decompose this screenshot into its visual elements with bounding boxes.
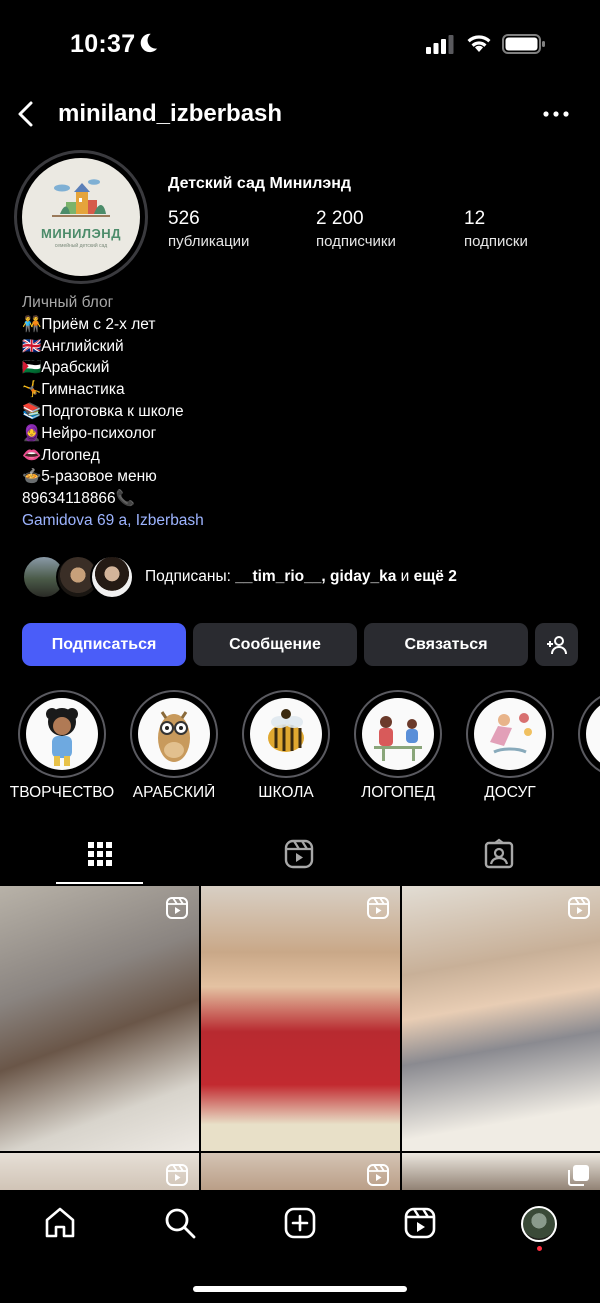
signal-icon [426,35,454,54]
highlight-cover [586,698,600,770]
follower-avatar [90,555,134,599]
suggest-users-button[interactable] [535,623,578,666]
post-thumbnail[interactable] [402,1153,600,1190]
battery-icon [502,34,545,54]
grid-icon[interactable] [84,838,116,870]
tagged-icon[interactable] [483,838,515,870]
stat-following[interactable]: 12 подписки [464,208,528,250]
highlight-cover [250,698,322,770]
bio-line: 🤸Гимнастика [22,381,125,399]
profile-tabs [0,830,600,886]
stat-posts-label: публикации [168,233,250,250]
highlight-cover [26,698,98,770]
followed-by-names: __tim_rio__, giday_ka [235,568,397,585]
post-thumbnail[interactable] [402,886,600,1151]
bio-category: Личный блог [22,294,114,311]
story-highlights: ТВОРЧЕСТВО АРАБСКИЙ ШКОЛА ЛОГОПЕД ДОСУГ [0,690,600,810]
post-thumbnail[interactable] [0,1153,199,1190]
followed-by-more: ещё 2 [413,568,457,585]
status-bar: 10:37 [0,0,600,90]
speech-therapist-illustration [374,716,422,761]
bio-line: 🍲5-разовое меню [22,468,157,486]
profile-display-name: Детский сад Минилэнд [168,175,352,192]
post-thumbnail[interactable] [201,886,400,1151]
wifi-icon [467,35,491,52]
search-icon[interactable] [163,1206,197,1240]
bio-line: 🇵🇸Арабский [22,359,110,377]
moon-icon [140,33,158,53]
followed-by-prefix: Подписаны: [145,568,236,585]
girl-illustration [46,708,78,766]
follow-button[interactable]: Подписаться [22,623,186,666]
stat-following-value: 12 [464,208,486,229]
highlight-cover [362,698,434,770]
notification-dot [537,1246,542,1251]
logo-wordmark: МИНИЛЭНД [41,226,121,241]
bio-line: 🧕Нейро-психолог [22,424,157,442]
highlight-item[interactable]: ШКОЛА [242,690,330,801]
reels-icon[interactable] [283,838,315,870]
profile-avatar[interactable] [521,1206,557,1242]
highlight-label: НАШЕ [556,784,600,802]
message-button[interactable]: Сообщение [193,623,357,666]
stat-following-label: подписки [464,233,528,250]
contact-button[interactable]: Связаться [364,623,528,666]
followed-by-and: и [396,568,414,585]
post-thumbnail[interactable] [201,1153,400,1190]
home-icon[interactable] [43,1206,77,1240]
stat-followers[interactable]: 2 200 подписчики [316,208,396,250]
highlight-item[interactable]: ЛОГОПЕД [354,690,442,801]
profile-header: miniland_izberbash [0,90,600,140]
home-indicator [193,1286,407,1292]
highlight-ring [354,690,442,778]
logo-tagline: семейный детский сад [54,243,108,249]
stat-followers-label: подписчики [316,233,396,250]
bio-line: 📚Подготовка к школе [22,402,184,420]
reels-badge-icon [166,897,188,919]
bio-address-link[interactable]: Gamidova 69 a, Izberbash [22,510,204,532]
create-icon[interactable] [283,1206,317,1240]
more-options-icon[interactable] [540,102,572,126]
posts-grid [0,886,600,1190]
bio-line: 🧑‍🤝‍🧑Приём с 2-х лет [22,315,156,333]
reels-badge-icon [367,897,389,919]
highlight-item[interactable]: ТВОРЧЕСТВО [10,690,114,801]
highlight-cover [138,698,210,770]
leisure-illustration [490,713,532,754]
stat-followers-value: 2 200 [316,208,364,229]
profile-avatar[interactable]: МИНИЛЭНД семейный детский сад [22,158,140,276]
add-person-icon [546,635,567,654]
highlight-item[interactable]: НАШЕ [578,690,600,801]
status-time: 10:37 [70,30,136,58]
highlight-ring [578,690,600,778]
bio-line: 🇬🇧Английский [22,337,124,355]
followed-by-row[interactable]: Подписаны: __tim_rio__, giday_ka и ещё 2 [22,555,582,601]
highlight-cover [474,698,546,770]
highlight-item[interactable]: АРАБСКИЙ [130,690,218,801]
back-arrow-icon[interactable] [14,100,40,128]
reels-badge-icon [367,1164,389,1186]
stat-posts-value: 526 [168,208,200,229]
camel-illustration [158,711,190,762]
highlight-ring [466,690,554,778]
highlight-ring [18,690,106,778]
highlight-item[interactable]: ДОСУГ [466,690,554,801]
followed-by-text: Подписаны: __tim_rio__, giday_ka и ещё 2 [145,568,457,586]
bee-illustration [268,709,304,752]
highlight-ring [130,690,218,778]
reels-badge-icon [568,897,590,919]
post-thumbnail[interactable] [0,886,199,1151]
profile-bio: Личный блог 🧑‍🤝‍🧑Приём с 2-х лет 🇬🇧Англи… [22,292,204,532]
reels-badge-icon [166,1164,188,1186]
kindergarten-logo [52,179,110,217]
stat-posts[interactable]: 526 публикации [168,208,249,250]
bio-phone[interactable]: 89634118866📞 [22,488,204,510]
reels-icon[interactable] [403,1206,437,1240]
active-tab-indicator [56,882,143,884]
profile-username: miniland_izberbash [58,100,283,127]
carousel-badge-icon [568,1165,589,1186]
highlight-ring [242,690,330,778]
bio-line: 👄Логопед [22,446,100,464]
